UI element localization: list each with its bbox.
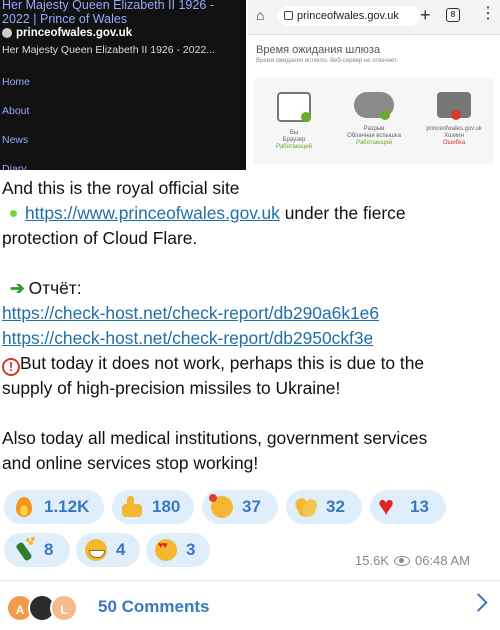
more-menu-icon: ⋮ bbox=[480, 5, 496, 22]
reaction-heart-eyes[interactable]: 3 bbox=[146, 533, 210, 567]
host-step-sub: Хозяин bbox=[444, 133, 464, 139]
error-page-subtitle: Время ожидания истекло. Веб-сервер не от… bbox=[256, 58, 398, 64]
chevron-right-icon[interactable] bbox=[469, 593, 488, 612]
red-heart-icon bbox=[378, 491, 402, 521]
comments-button[interactable]: 50 Comments bbox=[98, 597, 209, 617]
site-link[interactable]: https://www.princeofwales.gov.uk bbox=[25, 203, 280, 223]
message-line-rest: under the fierce bbox=[279, 203, 406, 223]
reaction-grin[interactable]: 4 bbox=[76, 533, 140, 567]
divider bbox=[0, 580, 500, 581]
reaction-count: 180 bbox=[152, 497, 181, 516]
cloudflare-step-sub: Облачная вспышка bbox=[347, 133, 401, 139]
search-result-snippet: Her Majesty Queen Elizabeth II 1926 - 20… bbox=[2, 44, 216, 56]
message-line: protection of Cloud Flare. bbox=[2, 228, 198, 248]
message-meta: 15.6K 06:48 AM bbox=[355, 553, 470, 568]
browser-toolbar: ⌂ princeofwales.gov.uk + 8 ⋮ bbox=[248, 0, 500, 35]
thumbs-up-icon bbox=[120, 495, 144, 519]
new-tab-icon: + bbox=[420, 5, 431, 25]
view-count: 15.6K bbox=[355, 553, 389, 568]
browser-step: Вы Браузер Работающий bbox=[264, 92, 324, 151]
search-result-site-name: princeofwales.gov.uk bbox=[16, 27, 133, 39]
message-line: supply of high-precision missiles to Ukr… bbox=[2, 378, 341, 398]
ok-status-icon bbox=[301, 112, 311, 122]
clapping-hands-icon bbox=[294, 495, 318, 519]
cloudflare-step: Разрыв Облачная вспышка Работающий bbox=[344, 92, 404, 147]
arrow-right-icon: ➔ bbox=[10, 278, 25, 298]
reaction-heart[interactable]: 13 bbox=[370, 490, 446, 524]
browser-step-sub: Браузер bbox=[282, 137, 306, 143]
today-text: But today it does not work, perhaps this… bbox=[20, 353, 425, 373]
heart-eyes-icon bbox=[154, 538, 178, 562]
fire-icon bbox=[12, 495, 36, 519]
green-dot-icon bbox=[10, 210, 17, 217]
report-link-text[interactable]: https://check-host.net/check-report/db29… bbox=[2, 303, 379, 323]
sitelink-news: News bbox=[2, 134, 29, 146]
host-step-label: princeofwales.gov.uk bbox=[426, 126, 482, 132]
message-line: https://www.princeofwales.gov.uk under t… bbox=[2, 201, 496, 226]
reaction-count: 37 bbox=[242, 497, 261, 516]
address-bar-url: princeofwales.gov.uk bbox=[297, 10, 399, 22]
exclamation-icon: ! bbox=[2, 358, 20, 376]
reaction-count: 4 bbox=[116, 540, 126, 559]
cloudflare-step-label: Разрыв bbox=[363, 126, 385, 132]
lock-icon bbox=[284, 11, 293, 20]
host-step-status: Ошибка bbox=[442, 140, 466, 146]
cloudflare-step-status: Работающий bbox=[356, 140, 392, 146]
reaction-count: 8 bbox=[44, 540, 54, 559]
reaction-thumbs-up[interactable]: 180 bbox=[112, 490, 194, 524]
reaction-count: 32 bbox=[326, 497, 345, 516]
browser-step-status: Работающий bbox=[276, 144, 312, 150]
browser-step-label: Вы bbox=[289, 130, 299, 136]
reaction-clap[interactable]: 32 bbox=[286, 490, 362, 524]
message-line: Also today all medical institutions, gov… bbox=[2, 428, 428, 448]
avatar: L bbox=[50, 594, 78, 622]
smiling-face-with-hearts-icon bbox=[209, 494, 234, 519]
report-label: Отчёт: bbox=[28, 278, 82, 298]
error-diagram: Вы Браузер Работающий Разрыв Облачная вс… bbox=[254, 78, 494, 164]
reaction-count: 3 bbox=[186, 540, 196, 559]
reaction-champagne[interactable]: 8 bbox=[4, 533, 70, 567]
reaction-fire[interactable]: 1.12K bbox=[4, 490, 104, 524]
message-bubble: Her Majesty Queen Elizabeth II 1926 - 20… bbox=[0, 0, 500, 630]
champagne-bottle-icon bbox=[12, 538, 36, 562]
message-time: 06:48 AM bbox=[414, 553, 470, 568]
message-line: and online services stop working! bbox=[2, 453, 259, 473]
report-link-text[interactable]: https://check-host.net/check-report/db29… bbox=[2, 328, 373, 348]
error-page-title: Время ожидания шлюза bbox=[256, 44, 381, 56]
report-link-1[interactable]: https://check-host.net/check-report/db29… bbox=[2, 301, 496, 326]
search-result-title: Her Majesty Queen Elizabeth II 1926 - 20… bbox=[2, 0, 214, 26]
reaction-smiling-hearts[interactable]: 37 bbox=[202, 490, 278, 524]
message-text: And this is the royal official site http… bbox=[2, 176, 496, 476]
ok-status-icon bbox=[380, 110, 390, 120]
reaction-count: 1.12K bbox=[44, 497, 90, 516]
cloud-icon bbox=[354, 92, 394, 120]
report-link-2[interactable]: https://check-host.net/check-report/db29… bbox=[2, 326, 496, 351]
home-icon: ⌂ bbox=[256, 7, 265, 23]
server-icon bbox=[437, 92, 471, 120]
address-bar: princeofwales.gov.uk bbox=[278, 6, 420, 26]
commenter-avatars[interactable]: A L bbox=[6, 594, 92, 622]
report-line: ➔ Отчёт: bbox=[2, 276, 496, 301]
eye-icon bbox=[393, 555, 410, 566]
host-step: princeofwales.gov.uk Хозяин Ошибка bbox=[424, 92, 484, 147]
message-line: ! But today it does not work, perhaps thi… bbox=[2, 351, 496, 376]
error-status-icon bbox=[451, 110, 461, 120]
tab-count-icon: 8 bbox=[446, 8, 460, 22]
search-result-site: princeofwales.gov.uk bbox=[2, 27, 132, 39]
search-result-sitelinks: Home About News Diary bbox=[2, 68, 30, 170]
browser-screenshot[interactable]: ⌂ princeofwales.gov.uk + 8 ⋮ Время ожида… bbox=[248, 0, 500, 170]
sitelink-diary: Diary bbox=[2, 163, 27, 170]
search-result-screenshot[interactable]: Her Majesty Queen Elizabeth II 1926 - 20… bbox=[0, 0, 246, 170]
grinning-face-icon bbox=[84, 538, 108, 562]
sitelink-about: About bbox=[2, 105, 30, 117]
browser-window-icon bbox=[277, 92, 311, 122]
message-line: And this is the royal official site bbox=[2, 178, 240, 198]
sitelink-home: Home bbox=[2, 76, 31, 88]
site-favicon-icon bbox=[2, 28, 12, 38]
reaction-count: 13 bbox=[410, 497, 429, 516]
